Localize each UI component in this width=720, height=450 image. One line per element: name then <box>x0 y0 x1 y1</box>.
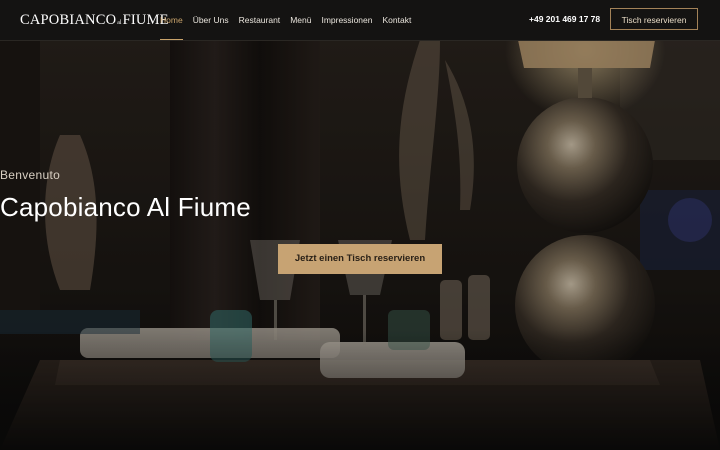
logo[interactable]: CapobiancoalFiume <box>20 12 169 31</box>
logo-small: al <box>117 20 122 26</box>
reserve-table-button[interactable]: Tisch reservieren <box>610 8 698 30</box>
hero-section: Benvenuto Capobianco Al Fiume Jetzt eine… <box>0 40 720 450</box>
hero-title: Capobianco Al Fiume <box>0 192 251 222</box>
hero-reserve-button[interactable]: Jetzt einen Tisch reservieren <box>278 244 442 274</box>
main-nav: Home Über Uns Restaurant Menü Impression… <box>160 0 421 40</box>
nav-home[interactable]: Home <box>160 0 183 40</box>
phone-link[interactable]: +49 201 469 17 78 <box>529 14 600 24</box>
nav-impressionen[interactable]: Impressionen <box>321 0 372 40</box>
hero-eyebrow: Benvenuto <box>0 168 61 182</box>
nav-ueber-uns[interactable]: Über Uns <box>193 0 229 40</box>
nav-restaurant[interactable]: Restaurant <box>239 0 281 40</box>
logo-main: Capobianco <box>20 12 117 28</box>
site-header: CapobiancoalFiume Home Über Uns Restaura… <box>0 0 720 41</box>
nav-menue[interactable]: Menü <box>290 0 311 40</box>
nav-kontakt[interactable]: Kontakt <box>382 0 411 40</box>
